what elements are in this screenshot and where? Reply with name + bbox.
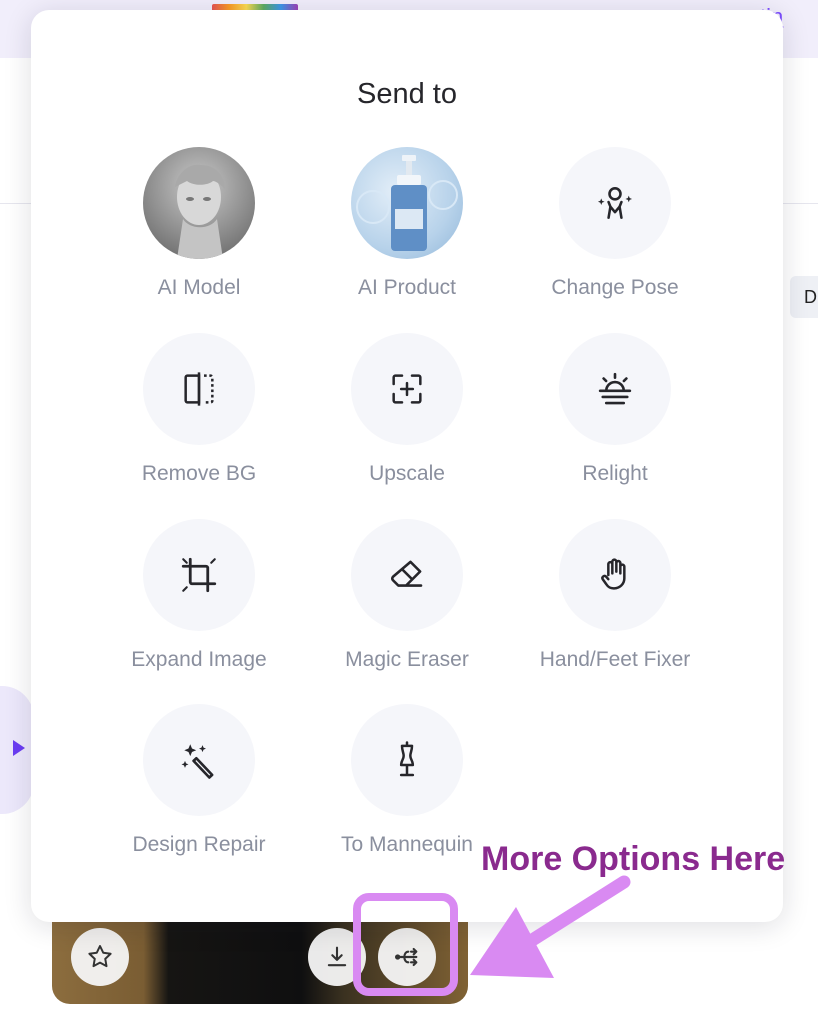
annotation-arrow-icon: [470, 875, 631, 978]
